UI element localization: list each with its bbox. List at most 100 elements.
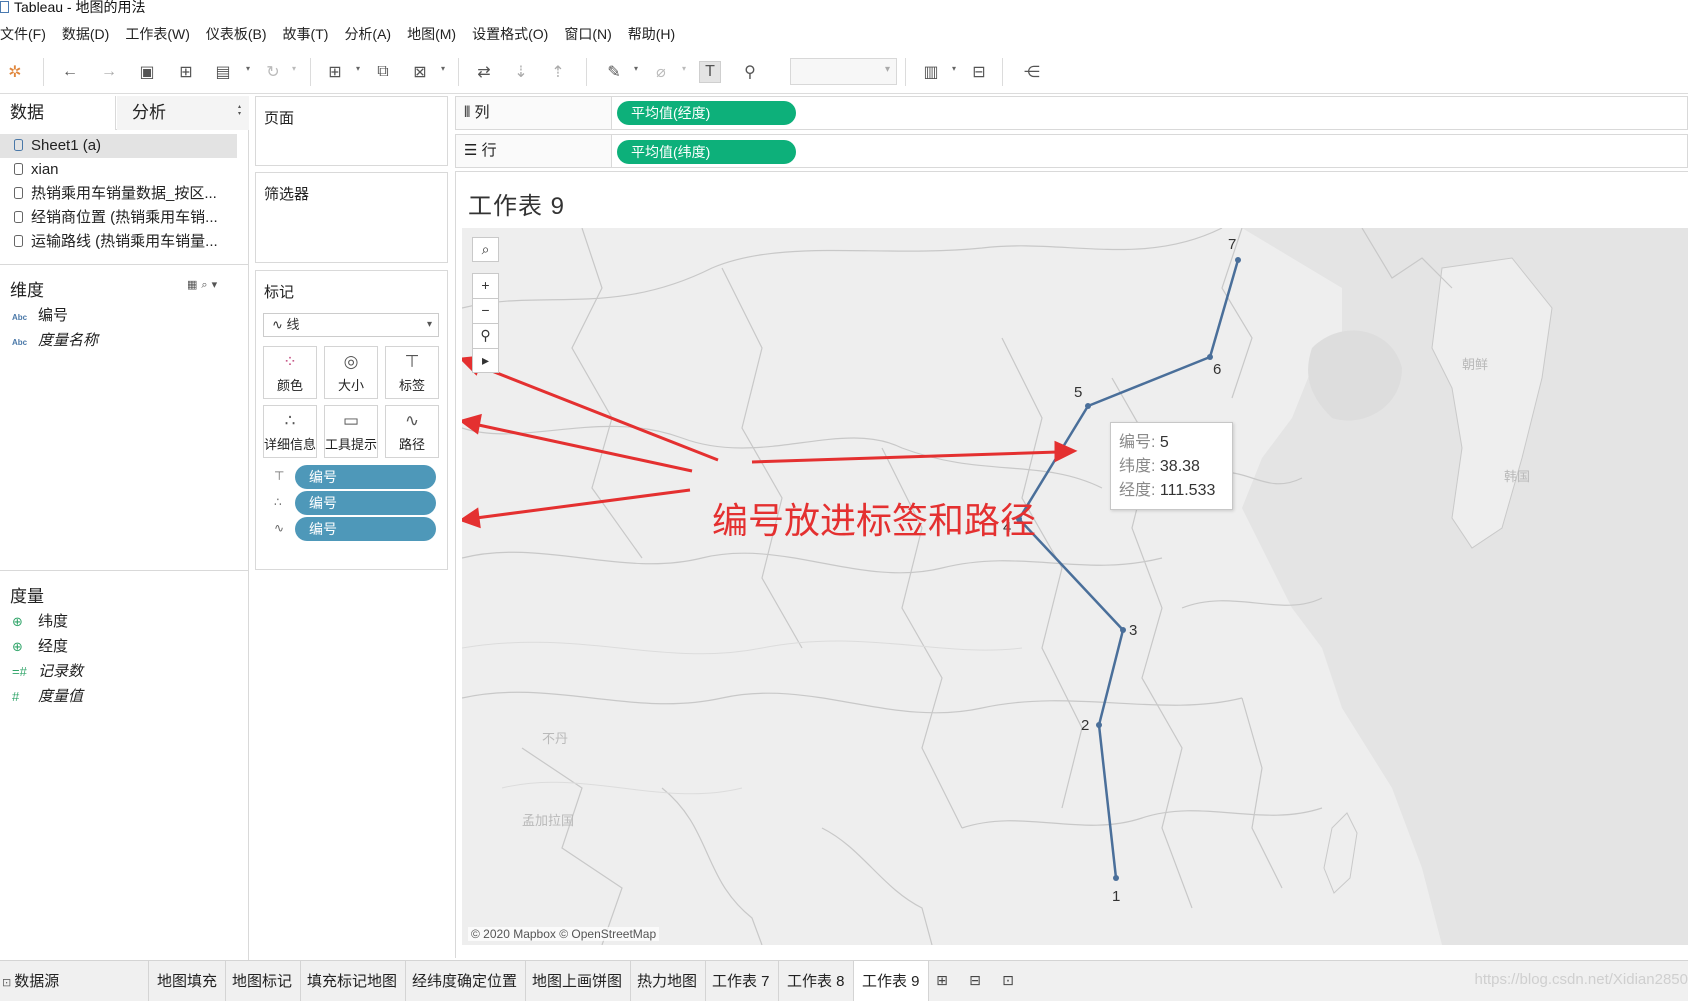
share-icon[interactable]: ⋲ bbox=[1021, 61, 1043, 83]
refresh-icon[interactable]: ↻ bbox=[262, 61, 284, 83]
measure-field[interactable]: ⊕ 经度 bbox=[12, 635, 68, 656]
tooltip-icon: ▭ bbox=[342, 411, 360, 430]
annotation-arrowhead bbox=[462, 413, 482, 435]
path-button[interactable]: ∿ 路径 bbox=[385, 405, 439, 458]
menu-dashboard[interactable]: 仪表板(B) bbox=[206, 24, 267, 44]
fit-width-icon[interactable]: ▥ bbox=[920, 61, 942, 83]
tab-datasource[interactable]: ⊡ 数据源 bbox=[0, 961, 149, 1001]
menu-help[interactable]: 帮助(H) bbox=[628, 24, 675, 44]
route-point-6[interactable] bbox=[1207, 354, 1213, 360]
route-point-2[interactable] bbox=[1096, 722, 1102, 728]
zoom-in-icon[interactable]: + bbox=[472, 273, 499, 298]
datasource-item[interactable]: xian bbox=[0, 158, 237, 182]
tab-sheet[interactable]: 工作表 7 bbox=[704, 961, 779, 1001]
chevron-down-icon[interactable]: ▾ bbox=[292, 64, 296, 73]
show-mark-labels-icon[interactable]: T bbox=[699, 61, 721, 83]
map-view[interactable]: 朝鲜 韩国 不丹 孟加拉国 1234567 ⌕ + − ⚲ ▸ 编号: 5 纬度… bbox=[462, 228, 1688, 945]
chevron-down-icon[interactable]: ▾ bbox=[212, 279, 222, 291]
detail-pill[interactable]: 编号 bbox=[295, 491, 436, 515]
pin-map-icon[interactable]: ⚲ bbox=[472, 323, 499, 348]
dimension-field[interactable]: Abc 度量名称 bbox=[12, 329, 98, 350]
swap-rows-columns-icon[interactable]: ⇄ bbox=[473, 61, 495, 83]
measure-field[interactable]: ⊕ 纬度 bbox=[12, 610, 68, 631]
tab-analysis[interactable]: 分析 bbox=[117, 96, 249, 130]
rows-pill[interactable]: 平均值(纬度) bbox=[617, 140, 796, 164]
tableau-logo-icon[interactable]: ✲ bbox=[4, 61, 26, 83]
mark-type-select[interactable]: ∿ 线 bbox=[263, 313, 439, 337]
new-worksheet-icon[interactable]: ⊞ bbox=[932, 970, 952, 990]
pages-card[interactable]: 页面 bbox=[255, 96, 448, 166]
route-point-7[interactable] bbox=[1235, 257, 1241, 263]
detail-button[interactable]: ∴ 详细信息 bbox=[263, 405, 317, 458]
chevron-down-icon[interactable]: ▾ bbox=[634, 64, 638, 73]
menu-worksheet[interactable]: 工作表(W) bbox=[125, 24, 190, 44]
menu-window[interactable]: 窗口(N) bbox=[564, 24, 611, 44]
chevron-down-icon[interactable]: ▾ bbox=[441, 64, 445, 73]
map-search-icon[interactable]: ⌕ bbox=[472, 237, 499, 262]
label-button[interactable]: ⊤ 标签 bbox=[385, 346, 439, 399]
tooltip-button[interactable]: ▭ 工具提示 bbox=[324, 405, 378, 458]
duplicate-sheet-icon[interactable]: ⧉ bbox=[372, 61, 394, 83]
tab-sheet[interactable]: 地图上画饼图 bbox=[524, 961, 632, 1001]
sort-descending-icon[interactable]: ⇡ bbox=[547, 61, 569, 83]
presentation-mode-icon[interactable]: ⊟ bbox=[968, 61, 990, 83]
measure-field[interactable]: # 度量值 bbox=[12, 685, 83, 706]
clear-sheet-icon[interactable]: ⊠ bbox=[409, 61, 431, 83]
dimension-field[interactable]: Abc 编号 bbox=[12, 304, 68, 325]
tab-sheet[interactable]: 工作表 8 bbox=[779, 961, 854, 1001]
fit-size-combo[interactable] bbox=[790, 58, 897, 85]
new-story-icon[interactable]: ⊡ bbox=[998, 970, 1018, 990]
datasource-item[interactable]: Sheet1 (a) bbox=[0, 134, 237, 158]
string-type-icon: Abc bbox=[12, 313, 28, 322]
chevron-down-icon[interactable]: ▾ bbox=[356, 64, 360, 73]
group-members-icon[interactable]: ⌀ bbox=[650, 61, 672, 83]
zoom-out-icon[interactable]: − bbox=[472, 298, 499, 323]
redo-icon[interactable]: → bbox=[98, 61, 120, 83]
chevron-down-icon[interactable]: ▾ bbox=[952, 64, 956, 73]
color-button[interactable]: ⁘ 颜色 bbox=[263, 346, 317, 399]
search-icon[interactable]: ⌕ bbox=[201, 279, 211, 291]
tab-sheet[interactable]: 地图填充 bbox=[149, 961, 227, 1001]
chevron-down-icon[interactable]: ▾ bbox=[682, 64, 686, 73]
rows-shelf[interactable]: ☰ 行 平均值(纬度) bbox=[455, 134, 1688, 168]
route-point-3[interactable] bbox=[1120, 627, 1126, 633]
menu-data[interactable]: 数据(D) bbox=[62, 24, 109, 44]
columns-pill[interactable]: 平均值(经度) bbox=[617, 101, 796, 125]
field-label: 度量值 bbox=[38, 688, 84, 705]
label-pill[interactable]: 编号 bbox=[295, 465, 436, 489]
pause-updates-icon[interactable]: ▤ bbox=[212, 61, 234, 83]
tab-sheet[interactable]: 填充标记地图 bbox=[299, 961, 407, 1001]
menu-map[interactable]: 地图(M) bbox=[407, 24, 456, 44]
path-pill[interactable]: 编号 bbox=[295, 517, 436, 541]
tab-sheet[interactable]: 地图标记 bbox=[224, 961, 302, 1001]
menu-story[interactable]: 故事(T) bbox=[283, 24, 329, 44]
menu-file[interactable]: 文件(F) bbox=[0, 24, 46, 44]
tab-data[interactable]: 数据 bbox=[0, 96, 116, 130]
datasource-item[interactable]: 热销乘用车销量数据_按区... bbox=[0, 182, 237, 206]
tab-sheet[interactable]: 热力地图 bbox=[629, 961, 707, 1001]
view-list-icon[interactable]: ▦ bbox=[187, 279, 201, 291]
new-dashboard-icon[interactable]: ⊟ bbox=[965, 970, 985, 990]
datasource-item[interactable]: 运输路线 (热销乘用车销量... bbox=[0, 230, 237, 254]
measure-field[interactable]: =# 记录数 bbox=[12, 660, 83, 681]
new-worksheet-icon[interactable]: ⊞ bbox=[324, 61, 346, 83]
tab-sheet-active[interactable]: 工作表 9 bbox=[854, 961, 929, 1001]
tab-sheet[interactable]: 经纬度确定位置 bbox=[404, 961, 527, 1001]
route-point-5[interactable] bbox=[1085, 403, 1091, 409]
columns-shelf[interactable]: ⫴ 列 平均值(经度) bbox=[455, 96, 1688, 130]
expand-toolbar-icon[interactable]: ▸ bbox=[472, 348, 499, 373]
new-datasource-icon[interactable]: ⊞ bbox=[175, 61, 197, 83]
rows-icon: ☰ bbox=[464, 142, 482, 159]
menu-format[interactable]: 设置格式(O) bbox=[472, 24, 548, 44]
filters-card[interactable]: 筛选器 bbox=[255, 172, 448, 263]
route-point-1[interactable] bbox=[1113, 875, 1119, 881]
undo-icon[interactable]: ← bbox=[59, 61, 81, 83]
pin-axes-icon[interactable]: ⚲ bbox=[739, 61, 761, 83]
sort-ascending-icon[interactable]: ⇣ bbox=[510, 61, 532, 83]
menu-analysis[interactable]: 分析(A) bbox=[344, 24, 391, 44]
chevron-down-icon[interactable]: ▾ bbox=[246, 64, 250, 73]
save-icon[interactable]: ▣ bbox=[136, 61, 158, 83]
highlight-icon[interactable]: ✎ bbox=[603, 61, 625, 83]
size-button[interactable]: ◎ 大小 bbox=[324, 346, 378, 399]
datasource-item[interactable]: 经销商位置 (热销乘用车销... bbox=[0, 206, 237, 230]
